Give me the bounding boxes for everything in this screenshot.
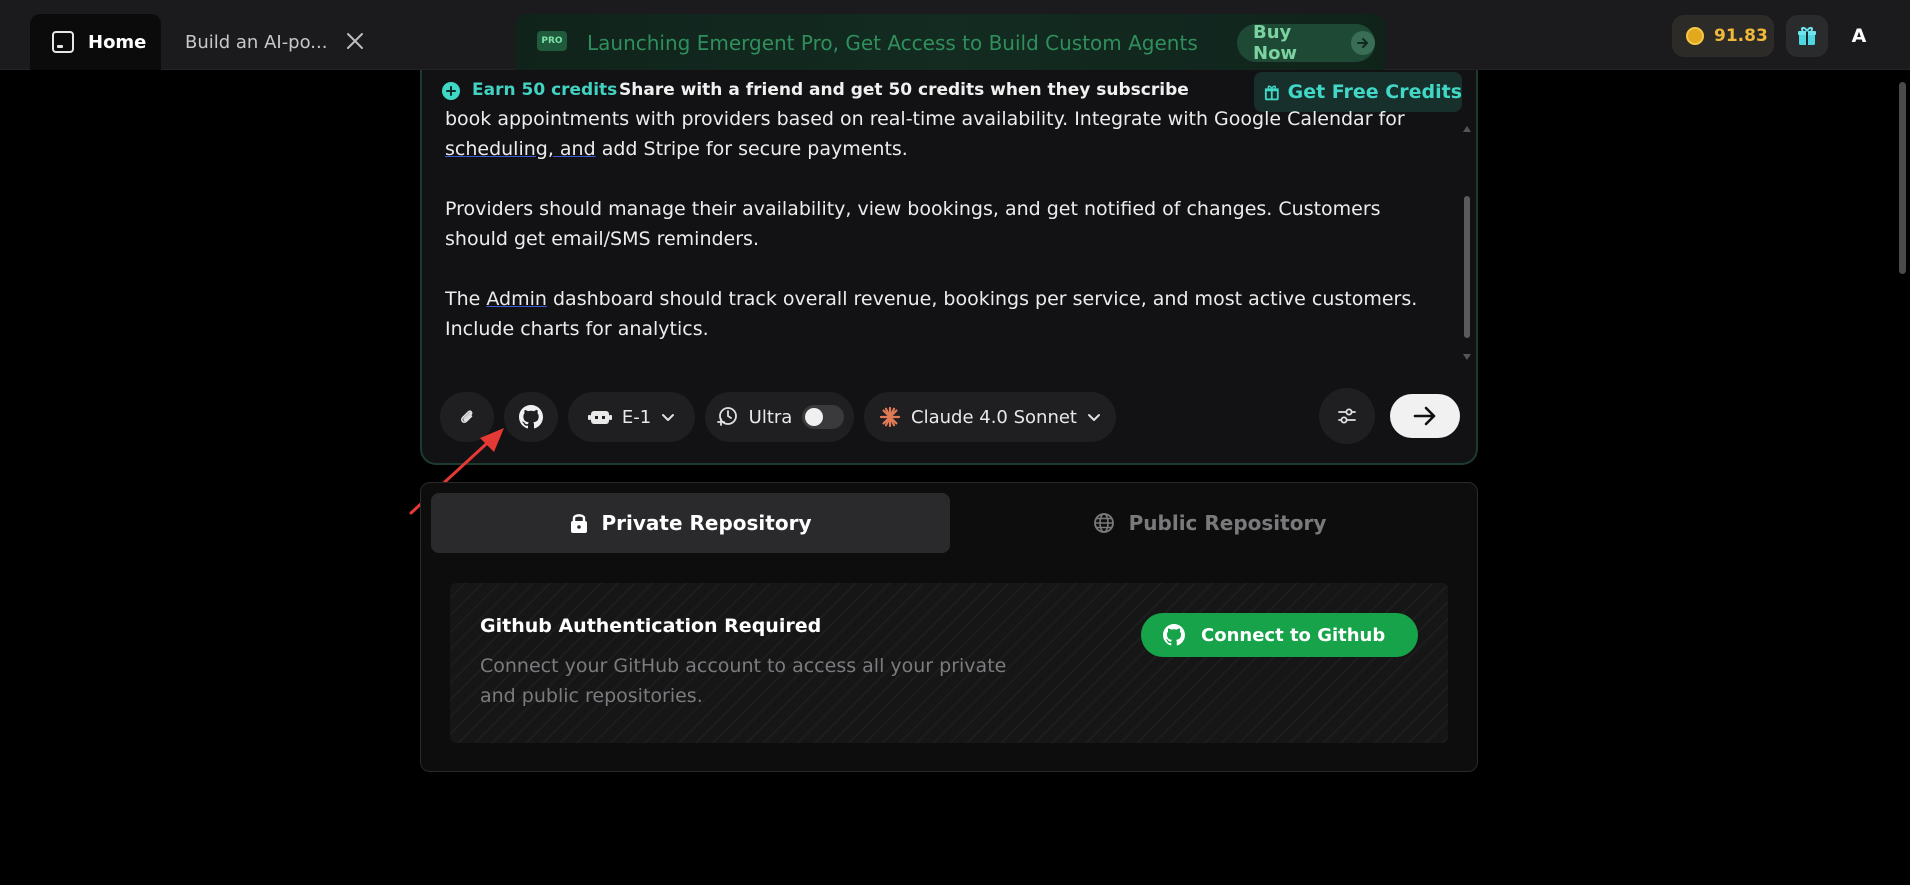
promo-text: Launching Emergent Pro, Get Access to Bu… [587,31,1198,55]
avatar[interactable]: A [1838,15,1880,57]
ultra-label: Ultra [748,406,793,428]
github-auth-box: Github Authentication Required Connect y… [450,583,1448,743]
share-bar: Earn 50 credits Share with a friend and … [422,70,1476,112]
window-icon [52,31,74,53]
model-selector[interactable]: Claude 4.0 Sonnet [864,392,1116,442]
prompt-text: The [445,288,487,310]
connect-github-label: Connect to Github [1201,624,1386,646]
github-icon [1163,624,1185,646]
github-icon [519,405,543,429]
prompt-textarea[interactable]: book appointments with providers based o… [445,110,1445,355]
tab-build-label: Build an AI-po... [185,31,328,53]
earn-credits-label: Earn 50 credits [472,80,618,100]
prompt-paragraph-2: Providers should manage their availabili… [445,198,1381,250]
gift-button[interactable] [1786,15,1828,57]
settings-button[interactable] [1319,388,1375,444]
auth-description: Connect your GitHub account to access al… [480,655,1007,707]
prompt-text-underlined: Admin [486,288,547,310]
agent-selector[interactable]: E-1 [568,392,695,442]
buy-now-button[interactable]: Buy Now [1237,22,1375,64]
prompt-text: dashboard should track overall revenue, … [445,288,1418,340]
chevron-down-icon [1087,414,1100,421]
claude-sparkle-icon [879,406,901,428]
sliders-icon [1338,408,1356,424]
prompt-text: book appointments with providers based o… [445,110,1405,130]
send-button[interactable] [1390,394,1460,438]
get-free-credits-label: Get Free Credits [1287,81,1462,103]
auth-title: Github Authentication Required [480,615,822,637]
tab-home[interactable]: Home [30,14,161,70]
credits-display[interactable]: 91.83 [1672,15,1774,57]
tab-public-label: Public Repository [1128,511,1327,535]
arrow-right-icon [1351,31,1375,55]
tab-private-label: Private Repository [601,511,812,535]
tab-public-repository[interactable]: Public Repository [950,493,1469,553]
prompt-paragraph-3: The Admin dashboard should track overall… [445,284,1445,344]
connect-github-button[interactable]: Connect to Github [1141,613,1418,657]
gift-icon [1264,85,1279,100]
ultra-toggle-group: Ultra [705,392,854,442]
paperclip-icon [461,410,473,423]
prompt-text: add Stripe for secure payments. [595,138,908,160]
repository-panel: Private Repository Public Repository Git… [420,482,1478,772]
page-scrollbar-thumb[interactable] [1899,82,1906,274]
prompt-text-underlined: scheduling, and [445,138,596,160]
top-bar: Home Build an AI-po... PRO Launching Eme… [0,0,1910,70]
scroll-down-icon[interactable] [1463,354,1471,360]
prompt-scrollbar-thumb[interactable] [1464,196,1470,338]
buy-now-label: Buy Now [1253,22,1298,64]
agent-label: E-1 [621,406,652,428]
lock-icon [570,514,587,533]
tab-home-label: Home [88,31,147,53]
globe-icon [1093,513,1114,533]
pro-badge-icon: PRO [537,31,567,51]
ultra-toggle[interactable] [802,405,845,429]
arrow-right-icon [1413,406,1436,426]
coin-icon [1686,27,1704,45]
get-free-credits-button[interactable]: Get Free Credits [1254,72,1462,112]
promo-banner: PRO Launching Emergent Pro, Get Access t… [515,14,1385,70]
prompt-paragraph-1: book appointments with providers based o… [445,110,1445,164]
credits-value: 91.83 [1714,26,1768,46]
chevron-down-icon [662,414,675,421]
close-icon[interactable] [344,30,366,52]
plus-icon [442,82,460,100]
gift-icon [1798,27,1816,45]
tab-private-repository[interactable]: Private Repository [431,493,950,553]
share-text: Share with a friend and get 50 credits w… [619,80,1189,100]
github-button[interactable] [504,392,558,442]
scroll-up-icon[interactable] [1463,126,1471,132]
history-clock-icon [716,407,737,426]
model-label: Claude 4.0 Sonnet [911,406,1077,428]
robot-icon [587,411,612,424]
